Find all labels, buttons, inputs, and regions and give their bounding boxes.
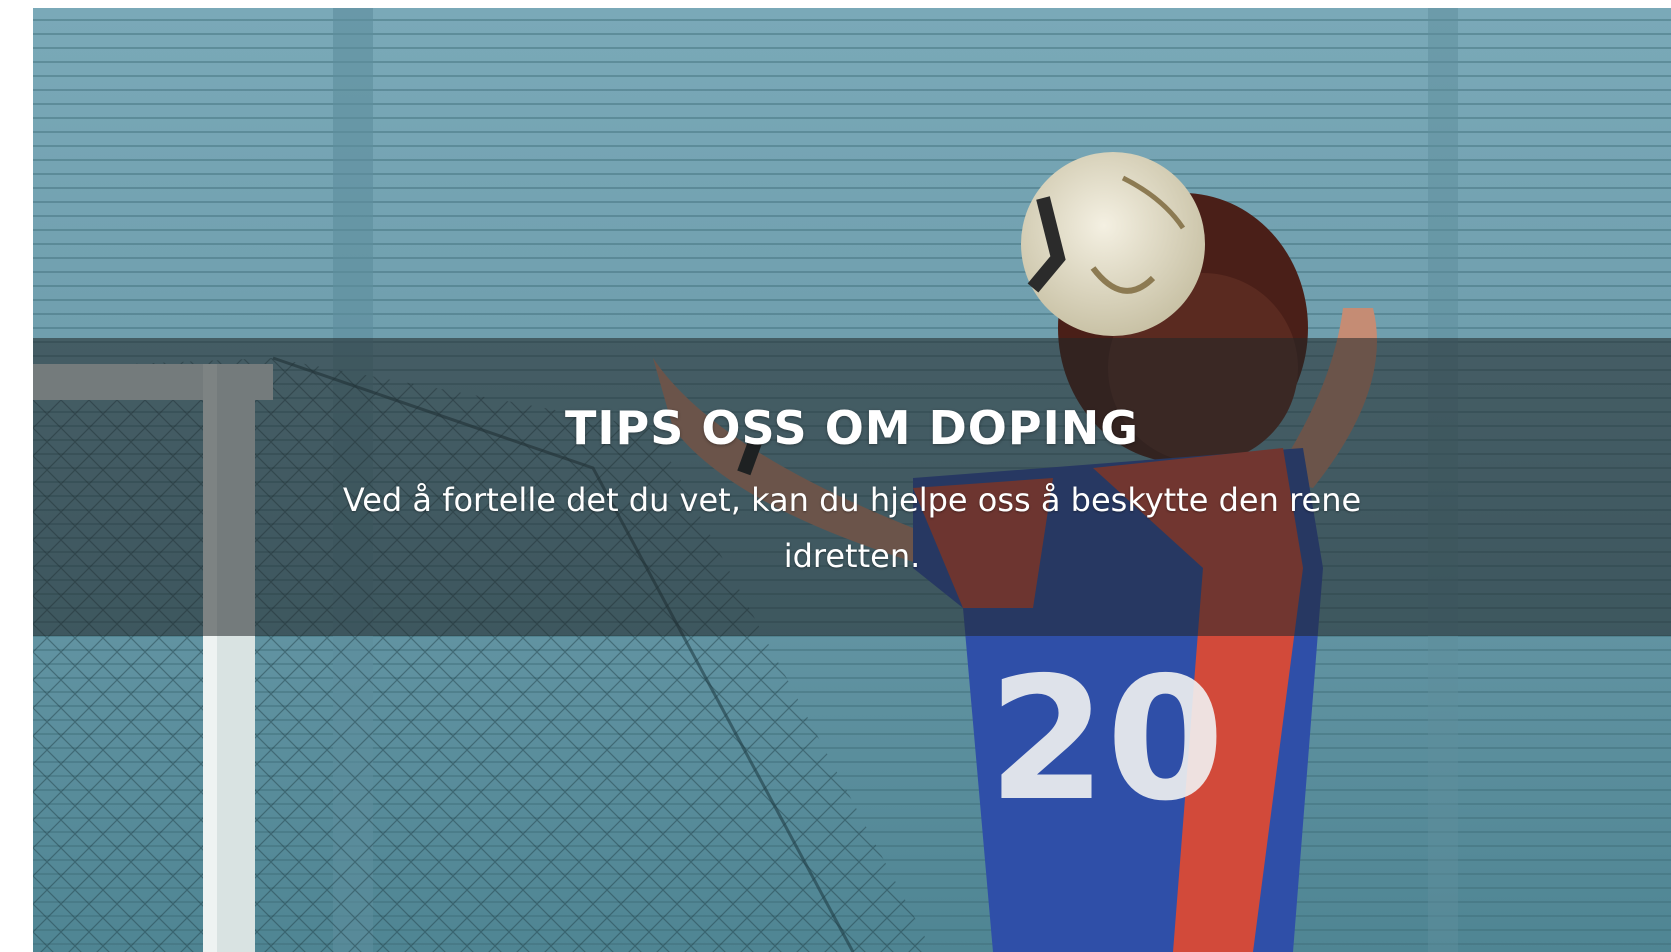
hero-banner[interactable]: 20 TIPS OSS OM DOPING Ved å fortelle det… xyxy=(33,8,1671,952)
hero-title[interactable]: TIPS OSS OM DOPING xyxy=(33,338,1671,456)
hero-description: Ved å fortelle det du vet, kan du hjelpe… xyxy=(342,481,1362,575)
svg-text:20: 20 xyxy=(988,641,1225,839)
hero-text-container: TIPS OSS OM DOPING Ved å fortelle det du… xyxy=(33,338,1671,636)
